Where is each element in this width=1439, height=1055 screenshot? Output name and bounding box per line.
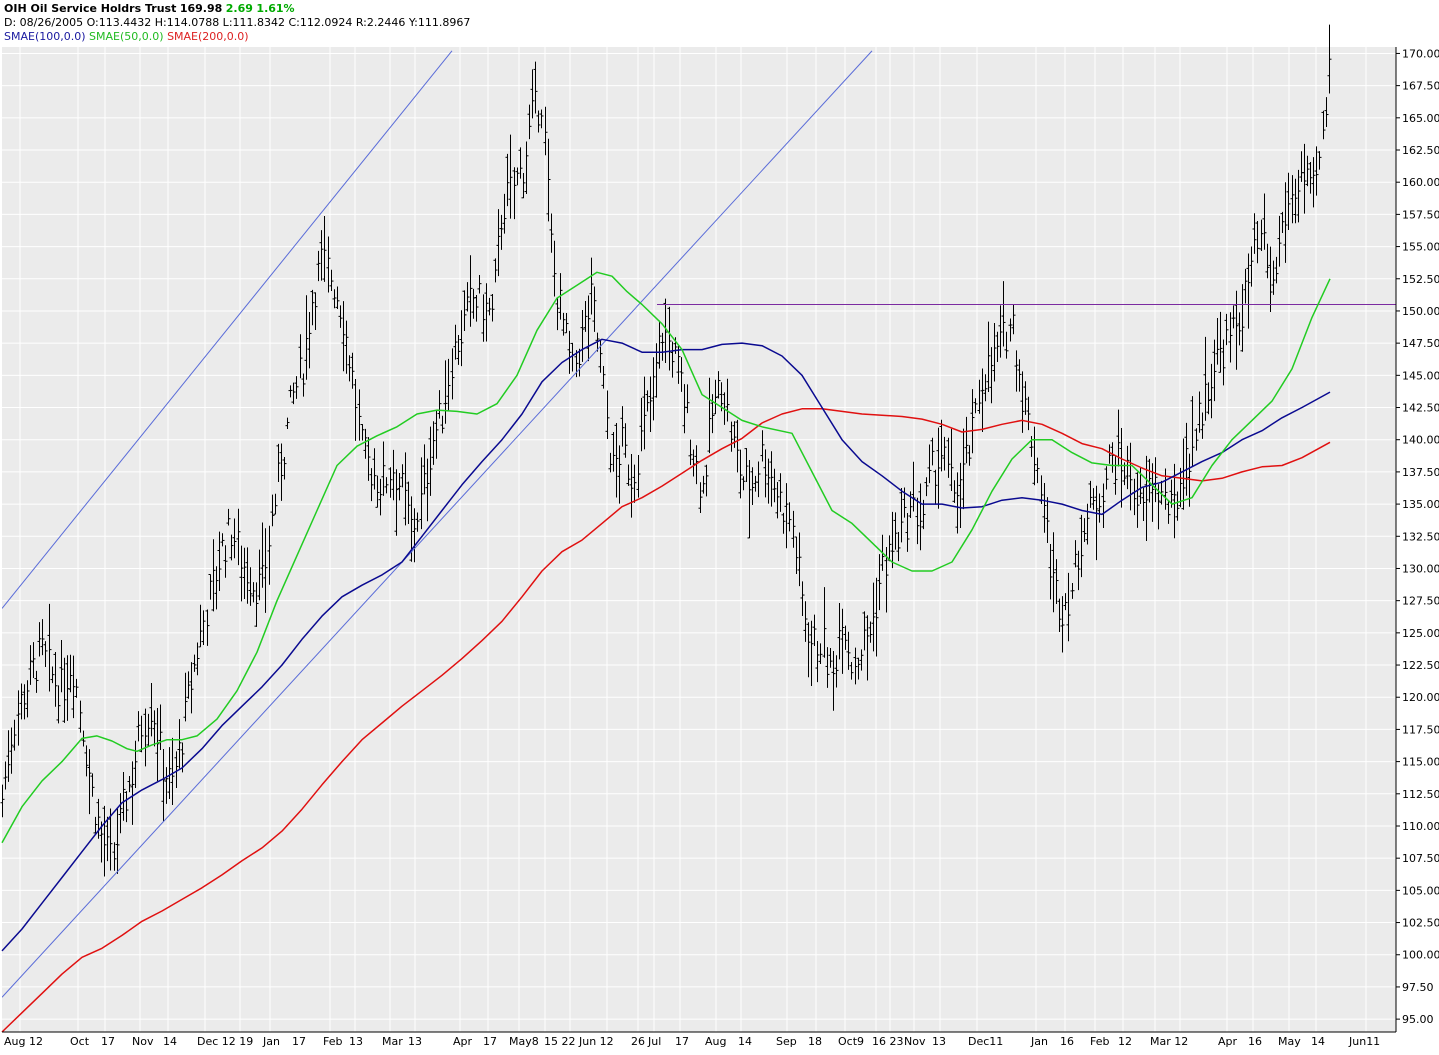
x-tick-label: 18: [808, 1035, 822, 1048]
y-tick-label: 137.50: [1402, 466, 1439, 479]
y-tick-label: 110.00: [1402, 820, 1439, 833]
y-tick-label: 150.00: [1402, 305, 1439, 318]
x-tick-label: Feb: [323, 1035, 342, 1048]
x-tick-label: Apr: [453, 1035, 473, 1048]
y-tick-label: 95.00: [1402, 1013, 1434, 1026]
y-tick-label: 135.00: [1402, 498, 1439, 511]
x-tick-label: Mar: [382, 1035, 403, 1048]
y-tick-label: 105.00: [1402, 884, 1439, 897]
y-tick-label: 130.00: [1402, 562, 1439, 575]
x-tick-label: 13: [349, 1035, 363, 1048]
sma200-label: SMAE(200,0.0): [167, 30, 249, 43]
y-tick-label: 115.00: [1402, 756, 1439, 769]
y-tick-label: 167.50: [1402, 80, 1439, 93]
price-change-pct: 1.61%: [256, 2, 295, 15]
x-tick-label: Nov: [904, 1035, 926, 1048]
x-tick-label: May8: [509, 1035, 539, 1048]
y-tick-label: 107.50: [1402, 852, 1439, 865]
x-tick-label: Dec 12 19: [197, 1035, 253, 1048]
x-tick-label: 14: [738, 1035, 752, 1048]
y-tick-label: 157.50: [1402, 208, 1439, 221]
x-tick-label: Apr: [1218, 1035, 1238, 1048]
x-tick-label: 26: [631, 1035, 645, 1048]
x-tick-label: 13: [932, 1035, 946, 1048]
x-tick-label: Nov: [132, 1035, 154, 1048]
x-tick-label: 15 22: [544, 1035, 576, 1048]
symbol-name: OIH Oil Service Holdrs Trust: [4, 2, 177, 15]
y-tick-label: 145.00: [1402, 369, 1439, 382]
y-tick-label: 165.00: [1402, 112, 1439, 125]
x-tick-label: Mar 12: [1150, 1035, 1188, 1048]
x-tick-label: 17: [675, 1035, 689, 1048]
x-tick-label: Jan: [1030, 1035, 1048, 1048]
x-tick-label: 17: [101, 1035, 115, 1048]
x-tick-label: 16: [1060, 1035, 1074, 1048]
y-tick-label: 147.50: [1402, 337, 1439, 350]
y-tick-label: 100.00: [1402, 949, 1439, 962]
x-tick-label: Jan: [262, 1035, 280, 1048]
x-tick-label: Oct: [70, 1035, 90, 1048]
y-tick-label: 132.50: [1402, 530, 1439, 543]
x-tick-label: May: [1278, 1035, 1301, 1048]
x-tick-label: 12: [1118, 1035, 1132, 1048]
y-tick-label: 155.00: [1402, 241, 1439, 254]
chart-header: OIH Oil Service Holdrs Trust 169.98 2.69…: [4, 2, 470, 44]
chart-container: 95.00 97.50 100.00 102.50 105.00 107.50 110.00…: [0, 0, 1439, 1051]
sma50-label: SMAE(50,0.0): [89, 30, 164, 43]
x-tick-label: Jun11: [1348, 1035, 1380, 1048]
last-price: 169.98: [179, 2, 223, 15]
x-tick-label: Feb: [1090, 1035, 1109, 1048]
ohlc-readout: D: 08/26/2005 O:113.4432 H:114.0788 L:11…: [4, 16, 471, 29]
sma100-label: SMAE(100,0.0): [4, 30, 86, 43]
y-tick-label: 170.00: [1402, 47, 1439, 60]
x-tick-label: 16 23: [872, 1035, 904, 1048]
y-tick-label: 152.50: [1402, 273, 1439, 286]
x-tick-label: 17: [292, 1035, 306, 1048]
y-tick-label: 125.00: [1402, 627, 1439, 640]
y-tick-label: 160.00: [1402, 176, 1439, 189]
y-tick-label: 120.00: [1402, 691, 1439, 704]
x-tick-label: 13: [408, 1035, 422, 1048]
x-tick-label: Aug 12: [4, 1035, 43, 1048]
x-tick-label: 14: [163, 1035, 177, 1048]
price-chart: 95.00 97.50 100.00 102.50 105.00 107.50 110.00…: [0, 0, 1439, 1051]
x-tick-label: Jul: [647, 1035, 661, 1048]
y-tick-label: 142.50: [1402, 402, 1439, 415]
y-tick-label: 127.50: [1402, 595, 1439, 608]
x-tick-label: 17: [483, 1035, 497, 1048]
plot-area: [2, 47, 1396, 1032]
x-tick-label: Jun 12: [578, 1035, 614, 1048]
y-tick-label: 102.50: [1402, 917, 1439, 930]
x-tick-label: Dec11: [968, 1035, 1003, 1048]
x-tick-label: Aug: [705, 1035, 726, 1048]
y-tick-label: 122.50: [1402, 659, 1439, 672]
y-tick-label: 112.50: [1402, 788, 1439, 801]
x-tick-label: 14: [1311, 1035, 1325, 1048]
y-tick-label: 140.00: [1402, 434, 1439, 447]
price-change: 2.69: [225, 2, 253, 15]
x-tick-label: Sep: [776, 1035, 797, 1048]
y-tick-label: 162.50: [1402, 144, 1439, 157]
y-tick-label: 117.50: [1402, 723, 1439, 736]
y-tick-label: 97.50: [1402, 981, 1434, 994]
x-tick-label: Oct9: [838, 1035, 864, 1048]
x-tick-label: 16: [1248, 1035, 1262, 1048]
